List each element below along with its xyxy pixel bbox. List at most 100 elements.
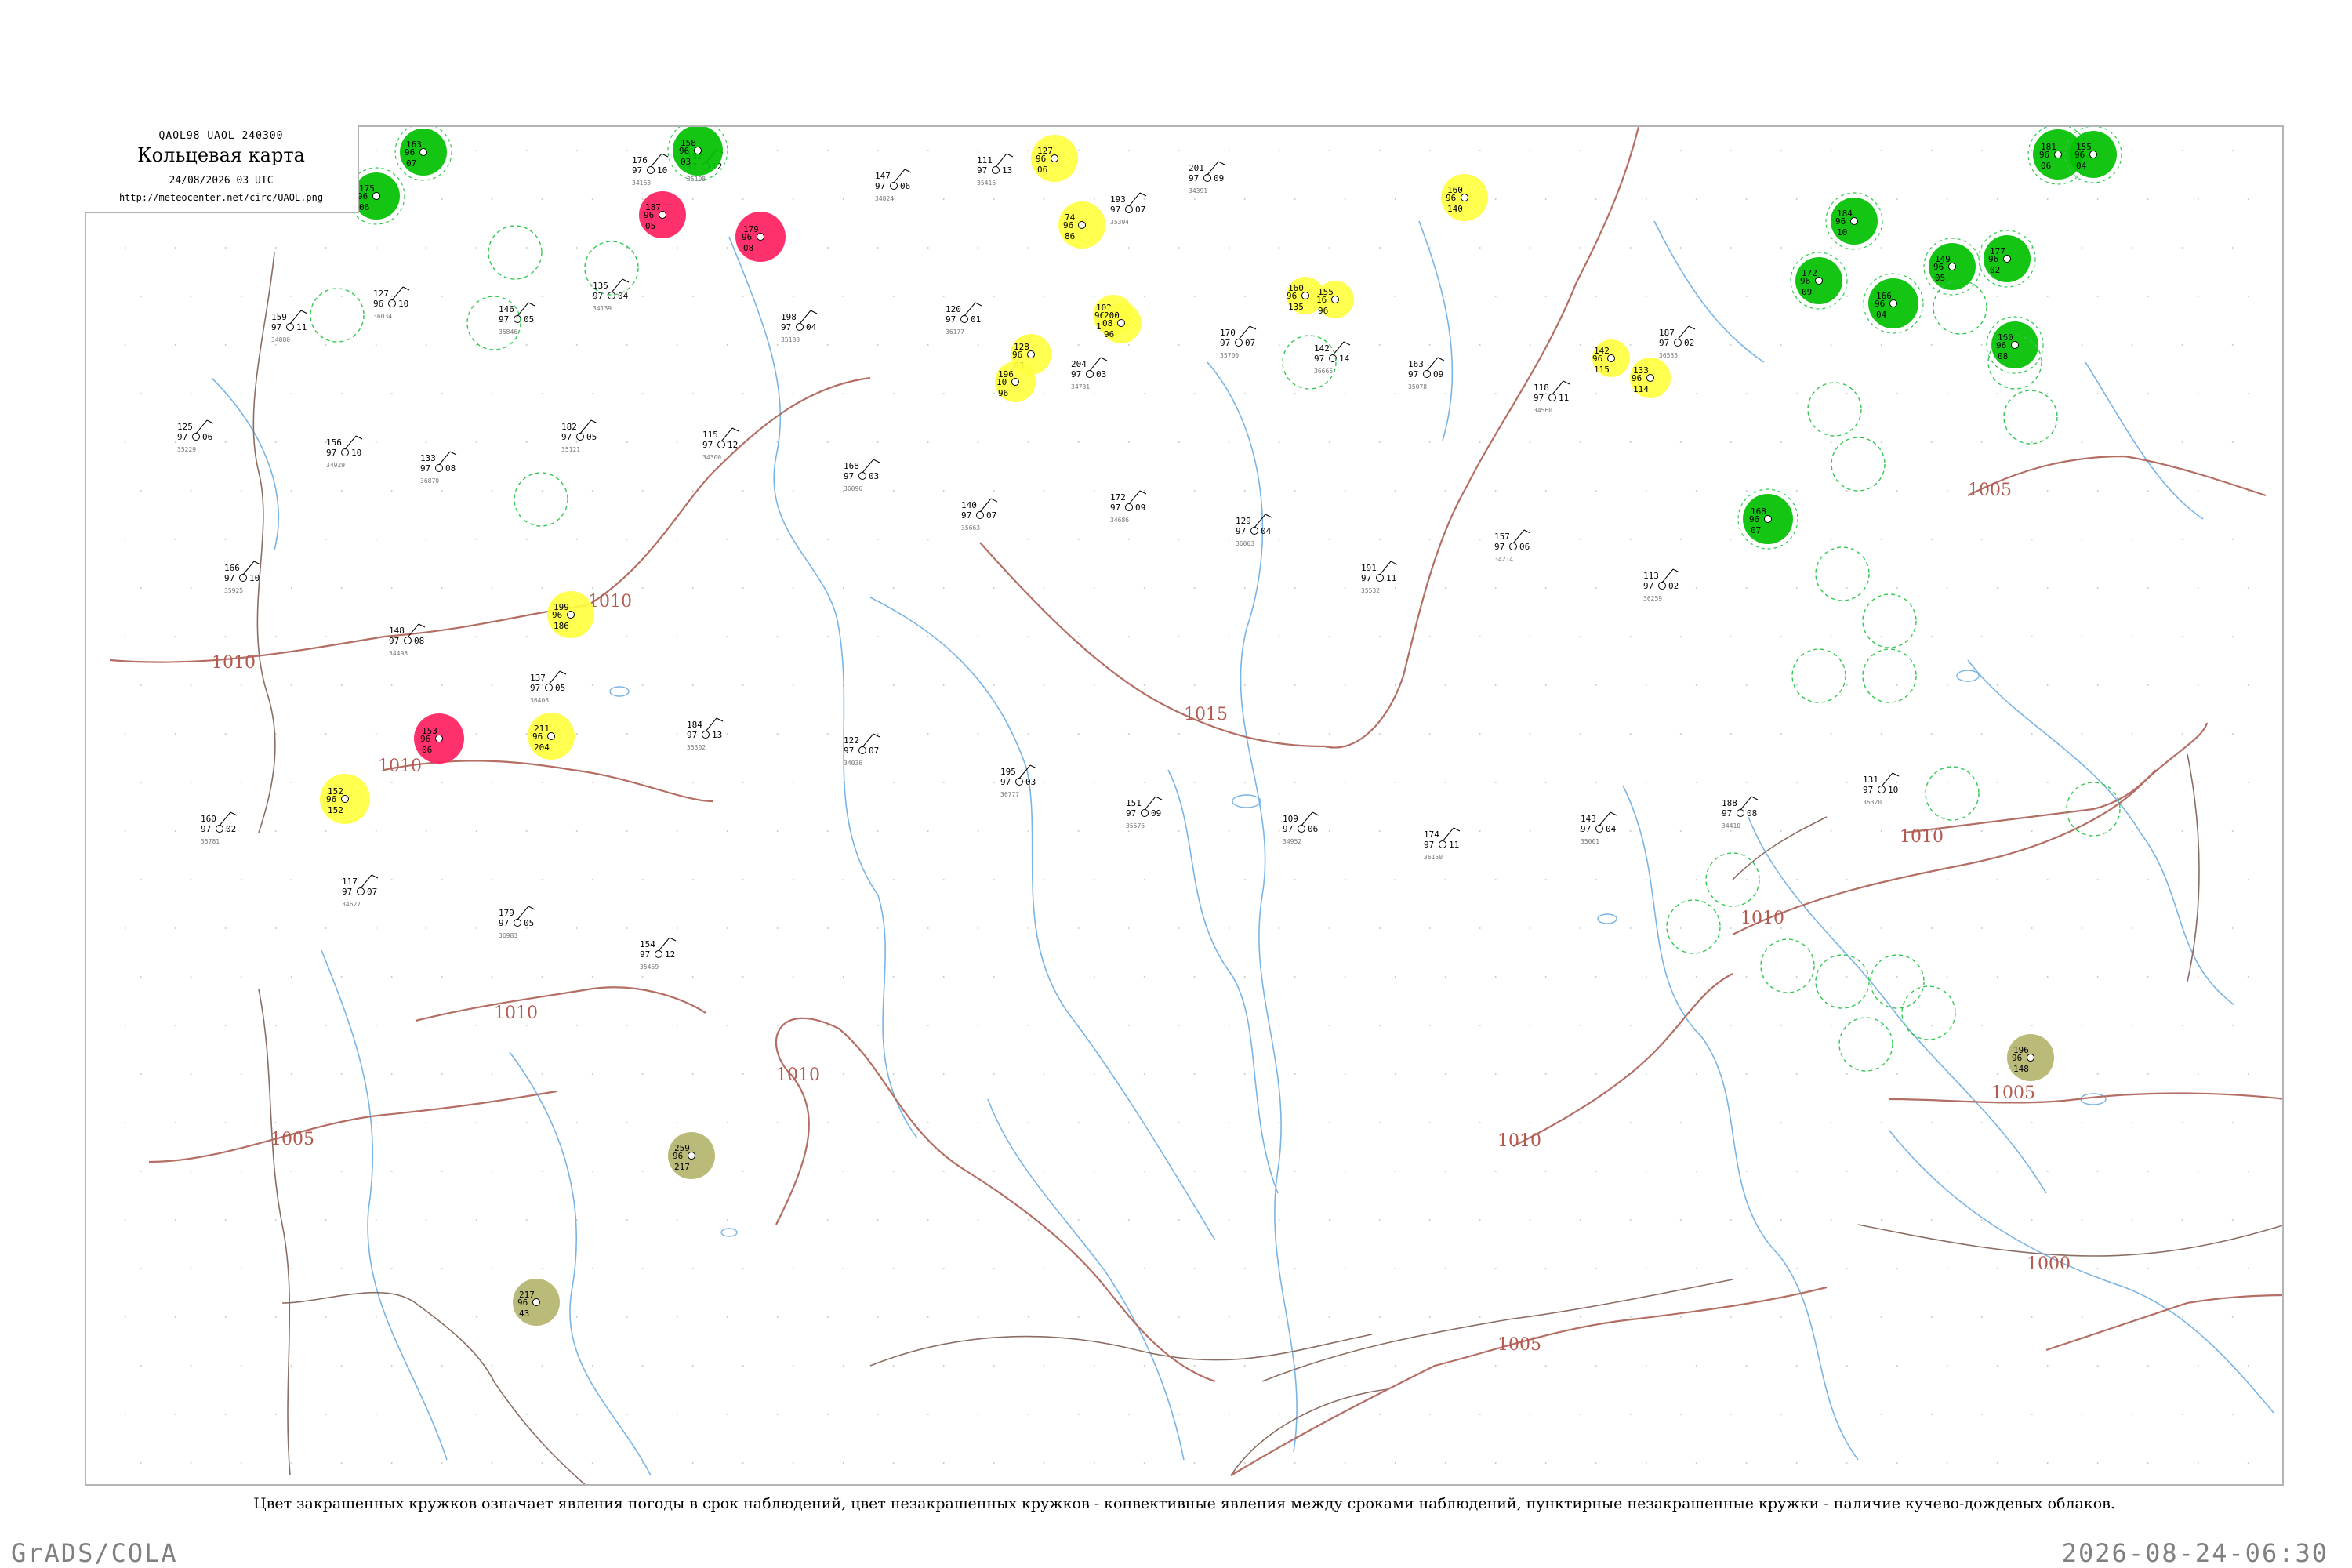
grid-dot xyxy=(2081,636,2083,637)
station-circle-icon xyxy=(357,887,365,895)
station-pressure: 96 xyxy=(673,1151,683,1161)
grid-dot xyxy=(1193,1268,1196,1269)
grid-dot xyxy=(877,539,879,540)
grid-dot xyxy=(993,1268,995,1269)
grid-dot xyxy=(1077,733,1080,735)
grid-dot xyxy=(927,247,929,249)
station-visibility: 12 xyxy=(728,440,738,450)
grid-dot xyxy=(1595,976,1597,978)
station-visibility: 03 xyxy=(1096,369,1106,379)
weather-circle: 1779602 xyxy=(1978,230,2036,288)
wind-feather-icon xyxy=(230,811,238,816)
grid-dot xyxy=(1328,830,1330,832)
station-plot: 12796 1036034 xyxy=(373,286,410,320)
grid-dot xyxy=(1795,1073,1798,1075)
station-visibility: 11 xyxy=(1386,573,1396,583)
station-pressure: 96 xyxy=(532,731,543,742)
grid-dot xyxy=(826,1316,829,1318)
station-pressure: 97 xyxy=(1534,393,1544,403)
isobar-label: 1005 xyxy=(1991,1083,2035,1103)
grid-dot xyxy=(676,733,678,735)
grid-dot xyxy=(1946,1462,1948,1464)
grid-dot xyxy=(1780,830,1782,832)
grid-dot xyxy=(641,1171,644,1172)
grid-dot xyxy=(1629,830,1632,832)
grid-dot xyxy=(726,539,728,540)
weather-circle: 1849610 xyxy=(1825,192,1883,250)
grid-dot xyxy=(1980,830,1983,832)
grid-dot xyxy=(1745,393,1748,394)
station-circle-icon xyxy=(1125,205,1133,213)
grid-dot xyxy=(1178,150,1180,151)
station-pressure: 97 xyxy=(326,448,336,458)
grid-dot xyxy=(826,441,829,443)
grid-dot xyxy=(425,1122,427,1123)
grid-dot xyxy=(792,198,794,200)
station-temp: 147 xyxy=(875,171,891,181)
grid-dot xyxy=(140,1365,142,1367)
grid-dot xyxy=(1378,247,1381,249)
grid-dot xyxy=(1629,1414,1632,1415)
grid-dot xyxy=(1795,490,1798,492)
grid-dot xyxy=(1846,587,1848,589)
grid-dot xyxy=(1328,733,1330,735)
grid-dot xyxy=(2081,830,2083,832)
grid-dot xyxy=(691,976,694,978)
station-circle-icon xyxy=(890,182,898,190)
grid-dot xyxy=(2147,296,2149,297)
station-visibility: 04 xyxy=(1876,310,1887,320)
grid-dot xyxy=(1093,587,1095,589)
grid-dot xyxy=(274,1316,277,1318)
grid-dot xyxy=(691,879,694,880)
grid-dot xyxy=(1544,782,1547,783)
grid-dot xyxy=(1679,247,1682,249)
grid-dot xyxy=(591,1365,593,1367)
grid-dot xyxy=(892,684,895,686)
grid-dot xyxy=(626,927,628,929)
grid-dot xyxy=(475,150,477,151)
grid-dot xyxy=(1127,1414,1130,1415)
station-circle-icon xyxy=(1203,174,1211,182)
grid-dot xyxy=(1930,927,1933,929)
grid-dot xyxy=(541,490,543,492)
station-visibility: 05 xyxy=(1935,273,1945,283)
grid-dot xyxy=(441,198,443,200)
grid-dot xyxy=(1529,344,1531,346)
grid-dot xyxy=(1344,879,1346,880)
grid-dot xyxy=(1946,1171,1948,1172)
grid-dot xyxy=(1428,1025,1431,1026)
grid-dot xyxy=(1143,1462,1145,1464)
station-visibility: 06 xyxy=(1308,824,1318,834)
grid-dot xyxy=(140,393,142,394)
station-pressure: 97 xyxy=(177,432,187,442)
grid-dot xyxy=(1846,1171,1848,1172)
grid-dot xyxy=(1328,1316,1330,1318)
grid-dot xyxy=(877,1025,879,1026)
station-circle-icon xyxy=(702,731,710,739)
grid-dot xyxy=(190,879,192,880)
river xyxy=(987,1098,1185,1461)
station-circle-icon xyxy=(435,464,443,472)
station-temp: 172 xyxy=(1110,492,1126,503)
grid-dot xyxy=(375,927,377,929)
grid-dot xyxy=(1344,782,1346,783)
grid-dot xyxy=(290,1365,292,1367)
cb-ring xyxy=(1901,985,1956,1040)
grid-dot xyxy=(475,441,477,443)
grid-dot xyxy=(1494,1365,1497,1367)
grid-dot xyxy=(2247,1171,2249,1172)
grid-dot xyxy=(892,587,895,589)
station-circle-icon xyxy=(1125,503,1133,511)
isobar-label: 1000 xyxy=(2027,1254,2071,1274)
station-pressure: 96 xyxy=(1800,276,1810,286)
grid-dot xyxy=(1428,636,1431,637)
grid-dot xyxy=(1328,150,1330,151)
grid-dot xyxy=(641,782,644,783)
grid-dot xyxy=(927,150,929,151)
station-plot: 17997 0536983 xyxy=(499,906,535,939)
grid-dot xyxy=(1780,247,1782,249)
grid-dot xyxy=(1946,587,1948,589)
grid-dot xyxy=(224,636,227,637)
grid-dot xyxy=(525,1219,528,1221)
grid-dot xyxy=(575,1316,578,1318)
